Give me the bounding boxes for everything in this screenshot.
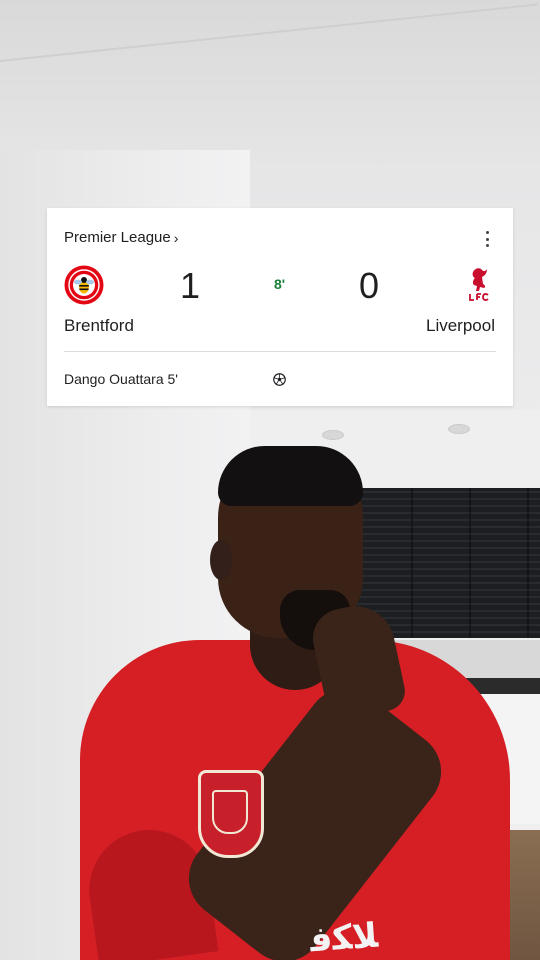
away-team-name[interactable]: Liverpool bbox=[426, 316, 495, 336]
brentford-crest-icon[interactable] bbox=[64, 265, 104, 305]
shirt-sponsor-logo: ﻼﻜﻓ bbox=[308, 915, 380, 960]
ceiling-light bbox=[448, 424, 470, 434]
away-score: 0 bbox=[359, 265, 380, 306]
ceiling-edge bbox=[0, 3, 538, 62]
goal-event-text: Dango Ouattara 5' bbox=[64, 371, 178, 387]
league-label: Premier League bbox=[64, 229, 171, 246]
divider bbox=[64, 351, 496, 352]
match-scorecard[interactable]: Premier League › 1 8' 0 Brentford Liverp… bbox=[47, 208, 513, 406]
chevron-right-icon: › bbox=[173, 229, 179, 246]
more-vert-icon[interactable] bbox=[479, 231, 495, 247]
window-blinds bbox=[355, 488, 540, 638]
home-score: 1 bbox=[180, 265, 201, 306]
soccer-ball-icon bbox=[273, 373, 286, 386]
league-link[interactable]: Premier League › bbox=[64, 229, 178, 246]
hair bbox=[218, 446, 363, 506]
shirt-crest-shield bbox=[212, 790, 248, 834]
ceiling-light bbox=[322, 430, 344, 440]
video-background: ﻼﻜﻓ bbox=[0, 0, 540, 960]
liverpool-crest-icon[interactable] bbox=[465, 266, 491, 306]
home-team-name[interactable]: Brentford bbox=[64, 316, 134, 336]
ear bbox=[210, 540, 232, 580]
match-minute: 8' bbox=[274, 276, 286, 292]
